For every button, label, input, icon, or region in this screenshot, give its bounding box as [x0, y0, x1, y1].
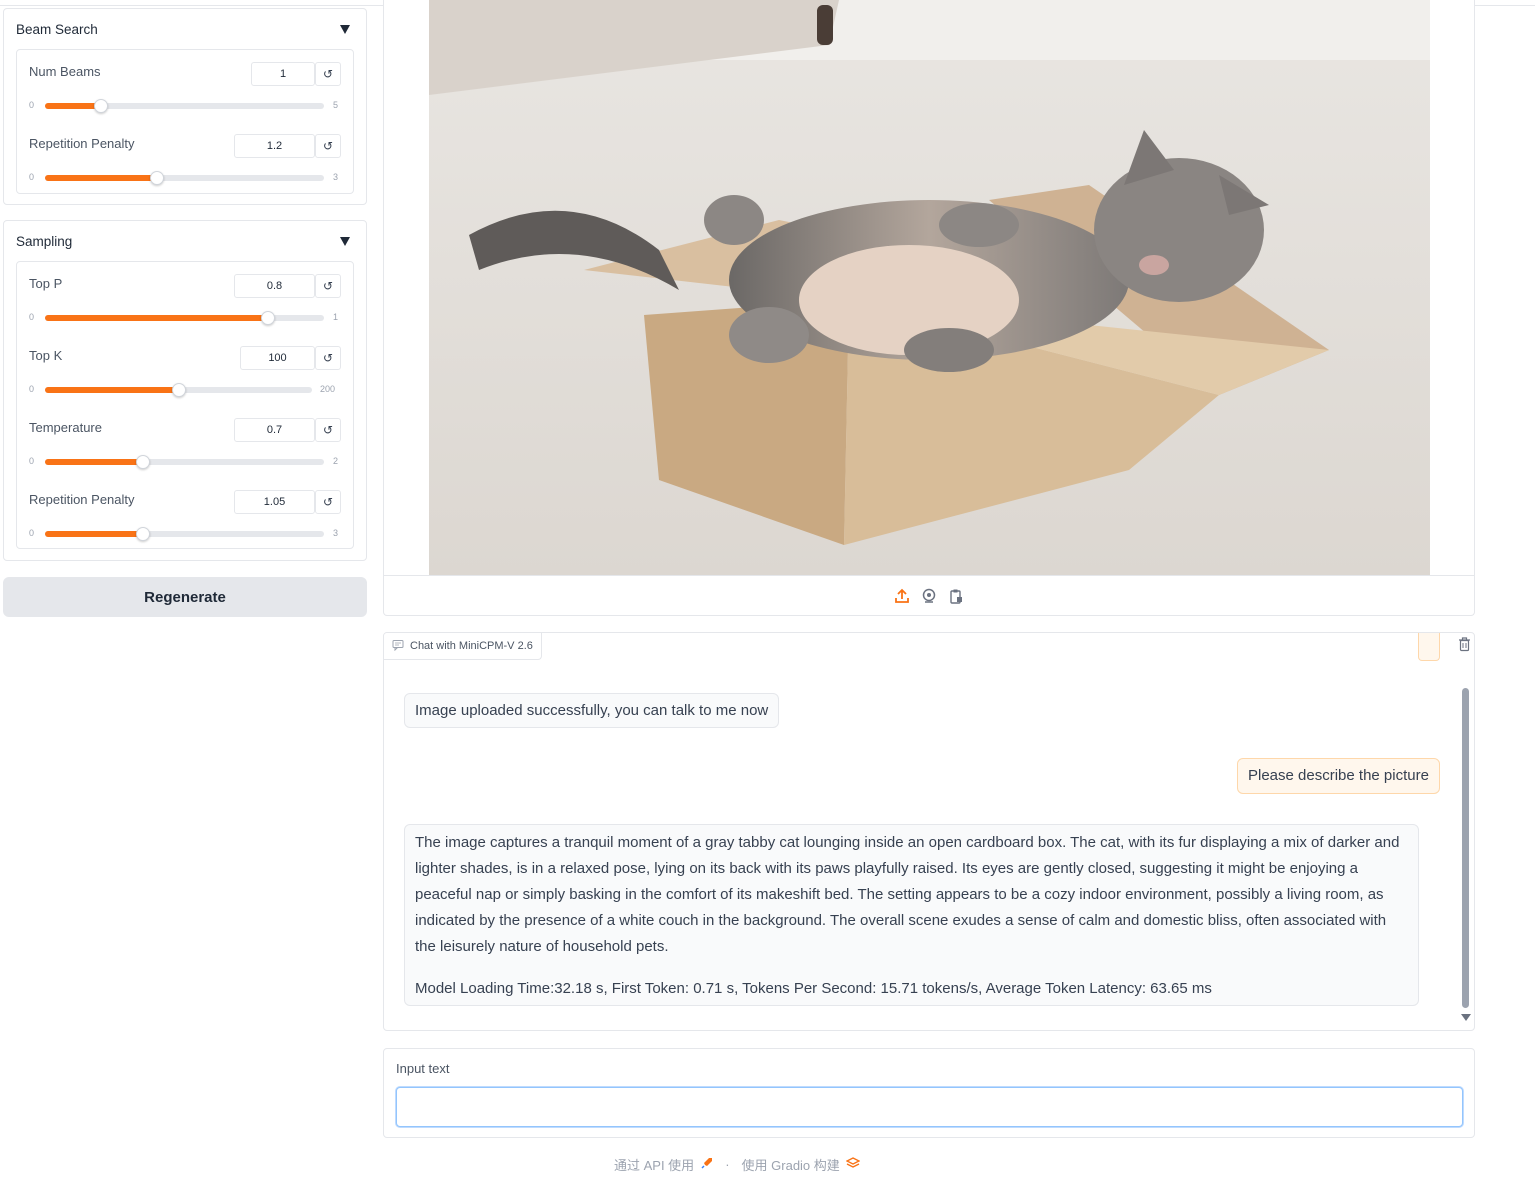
- chat-scrollbar[interactable]: [1462, 688, 1469, 1008]
- bot-message: The image captures a tranquil moment of …: [404, 824, 1419, 1006]
- slider-min: 0: [29, 312, 35, 322]
- scroll-down-arrow-icon[interactable]: [1461, 1014, 1471, 1021]
- top-p-number-input[interactable]: 0.8: [234, 274, 315, 298]
- cat-in-box-image: [429, 0, 1430, 575]
- reset-icon[interactable]: ↺: [315, 418, 341, 442]
- collapse-triangle-icon[interactable]: [340, 24, 350, 34]
- chat-label-text: Chat with MiniCPM-V 2.6: [410, 640, 533, 652]
- chat-label: Chat with MiniCPM-V 2.6: [384, 633, 542, 660]
- slider-fill: [45, 103, 101, 109]
- webcam-icon[interactable]: [921, 587, 938, 604]
- chatbot-panel: Chat with MiniCPM-V 2.6 Image uploaded s…: [383, 632, 1475, 1031]
- message-text: The image captures a tranquil moment of …: [415, 834, 1400, 955]
- clipboard-icon[interactable]: [948, 587, 965, 604]
- slider-track[interactable]: [45, 527, 324, 541]
- chat-progress-tab: [1418, 633, 1440, 661]
- beam-search-title: Beam Search: [16, 21, 98, 37]
- slider-thumb[interactable]: [93, 99, 108, 113]
- slider-max: 200: [320, 384, 336, 394]
- slider-max: 2: [333, 456, 339, 466]
- top-k-label: Top K: [29, 348, 63, 363]
- slider-thumb[interactable]: [261, 311, 276, 325]
- uploaded-cat-photo: [429, 0, 1430, 575]
- top-k-slider: Top K 100 ↺ 0 200: [17, 336, 353, 408]
- message-text: Image uploaded successfully, you can tal…: [415, 702, 769, 719]
- regenerate-button[interactable]: Regenerate: [3, 577, 367, 617]
- top-p-label: Top P: [29, 276, 63, 291]
- slider-track[interactable]: [45, 99, 324, 113]
- slider-track[interactable]: [45, 311, 324, 325]
- repetition-penalty-number-input[interactable]: 1.2: [234, 134, 315, 158]
- slider-min: 0: [29, 172, 35, 182]
- beam-search-body: Num Beams 1 ↺ 0 5 Repetition Penalty 1.2…: [16, 49, 354, 194]
- num-beams-slider: Num Beams 1 ↺ 0 5: [17, 52, 353, 124]
- reset-icon[interactable]: ↺: [315, 490, 341, 514]
- slider-thumb[interactable]: [135, 455, 150, 469]
- chat-bubble-icon: [392, 639, 404, 654]
- generation-stats: Model Loading Time:32.18 s, First Token:…: [415, 980, 1212, 997]
- top-k-number-input[interactable]: 100: [240, 346, 315, 370]
- repetition-penalty-label: Repetition Penalty: [29, 136, 135, 151]
- built-with-gradio-link[interactable]: 使用 Gradio 构建: [742, 1155, 840, 1174]
- reset-icon[interactable]: ↺: [315, 62, 341, 86]
- image-panel: [383, 0, 1475, 616]
- repetition-penalty-label: Repetition Penalty: [29, 492, 135, 507]
- slider-track[interactable]: [45, 455, 324, 469]
- upload-icon[interactable]: [894, 587, 911, 604]
- slider-fill: [45, 387, 179, 393]
- slider-min: 0: [29, 384, 35, 394]
- footer-separator: ·: [725, 1157, 730, 1172]
- beam-search-header[interactable]: Beam Search: [4, 9, 366, 49]
- trash-icon[interactable]: [1456, 635, 1472, 653]
- sampling-header[interactable]: Sampling: [4, 221, 366, 261]
- input-label: Input text: [396, 1061, 450, 1076]
- repetition-penalty-slider: Repetition Penalty 1.2 ↺ 0 3: [17, 124, 353, 196]
- collapse-triangle-icon[interactable]: [340, 236, 350, 246]
- sampling-accordion: Sampling Top P 0.8 ↺ 0 1 Top K 100 ↺ 0 2…: [3, 220, 367, 561]
- reset-icon[interactable]: ↺: [315, 346, 341, 370]
- slider-thumb[interactable]: [149, 171, 164, 185]
- footer: 通过 API 使用 · 使用 Gradio 构建: [614, 1155, 861, 1174]
- sampling-title: Sampling: [16, 233, 73, 249]
- image-toolbar: [384, 575, 1474, 615]
- slider-track[interactable]: [45, 171, 324, 185]
- slider-fill: [45, 531, 143, 537]
- slider-min: 0: [29, 100, 35, 110]
- slider-max: 3: [333, 172, 339, 182]
- input-panel: Input text: [383, 1048, 1475, 1138]
- temperature-number-input[interactable]: 0.7: [234, 418, 315, 442]
- slider-max: 3: [333, 528, 339, 538]
- slider-fill: [45, 175, 157, 181]
- slider-fill: [45, 459, 143, 465]
- slider-fill: [45, 315, 269, 321]
- text-input[interactable]: [396, 1087, 1463, 1127]
- reset-icon[interactable]: ↺: [315, 274, 341, 298]
- num-beams-number-input[interactable]: 1: [251, 62, 315, 86]
- use-via-api-link[interactable]: 通过 API 使用: [614, 1155, 694, 1174]
- slider-track[interactable]: [45, 383, 312, 397]
- message-text: Please describe the picture: [1248, 767, 1429, 784]
- slider-min: 0: [29, 528, 35, 538]
- sampling-body: Top P 0.8 ↺ 0 1 Top K 100 ↺ 0 200 Temper…: [16, 261, 354, 549]
- bot-message: Image uploaded successfully, you can tal…: [404, 693, 780, 728]
- slider-max: 5: [333, 100, 339, 110]
- gradio-logo-icon: [845, 1157, 861, 1172]
- rocket-icon: [700, 1157, 713, 1173]
- temperature-label: Temperature: [29, 420, 102, 435]
- slider-thumb[interactable]: [171, 383, 186, 397]
- repetition-penalty-number-input[interactable]: 1.05: [234, 490, 315, 514]
- user-message: Please describe the picture: [1237, 758, 1440, 794]
- slider-min: 0: [29, 456, 35, 466]
- top-p-slider: Top P 0.8 ↺ 0 1: [17, 264, 353, 336]
- slider-max: 1: [333, 312, 339, 322]
- sampling-repetition-penalty-slider: Repetition Penalty 1.05 ↺ 0 3: [17, 480, 353, 552]
- num-beams-label: Num Beams: [29, 64, 101, 79]
- slider-thumb[interactable]: [135, 527, 150, 541]
- beam-search-accordion: Beam Search Num Beams 1 ↺ 0 5 Repetition…: [3, 8, 367, 205]
- temperature-slider: Temperature 0.7 ↺ 0 2: [17, 408, 353, 480]
- reset-icon[interactable]: ↺: [315, 134, 341, 158]
